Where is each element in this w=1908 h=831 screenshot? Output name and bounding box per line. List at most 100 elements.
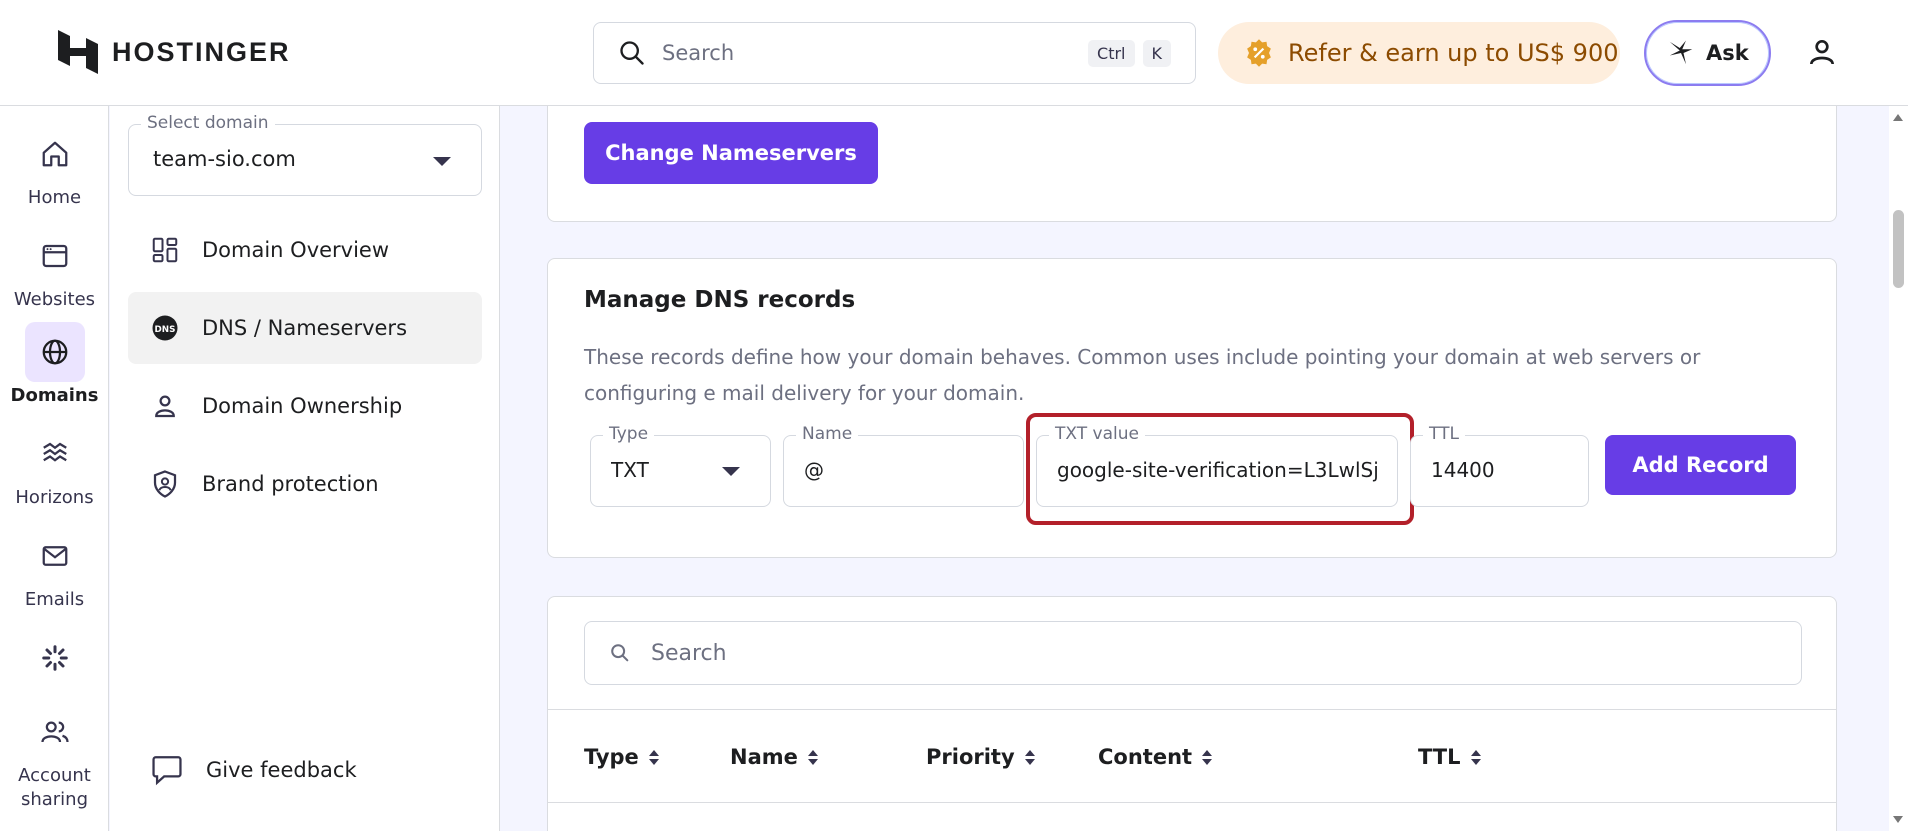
shield-icon [153, 470, 177, 498]
subnav-label-dns-nameservers: DNS / Nameservers [202, 316, 408, 340]
nav-label-emails: Emails [24, 589, 85, 610]
shortcut-ctrl: Ctrl [1088, 39, 1135, 67]
dns-records-table: Search Type Name Priority Content TTL [547, 596, 1837, 831]
scroll-thumb[interactable] [1893, 210, 1904, 288]
speech-bubble-icon [152, 756, 182, 786]
record-name-input[interactable]: Name @ [783, 424, 1024, 507]
record-type-select[interactable]: Type TXT [590, 424, 771, 507]
nav-item-loading[interactable] [0, 628, 109, 688]
give-feedback-label: Give feedback [206, 758, 357, 782]
loading-spinner-icon [25, 628, 85, 688]
domain-select[interactable]: Select domain team-sio.com [128, 113, 482, 196]
nav-item-emails[interactable]: Emails [0, 526, 109, 612]
add-record-button[interactable]: Add Record [1605, 435, 1796, 495]
column-header-ttl[interactable]: TTL [1418, 745, 1481, 769]
subnav-label-domain-ownership: Domain Ownership [202, 394, 403, 418]
nav-item-websites[interactable]: Websites [0, 226, 109, 312]
nav-item-home[interactable]: Home [0, 124, 109, 210]
brand-name: HOSTINGER [112, 36, 291, 67]
records-search-input[interactable]: Search [584, 621, 1802, 685]
page-scrollbar[interactable] [1889, 106, 1908, 831]
nav-label-horizons: Horizons [15, 487, 94, 508]
sort-icon [1202, 749, 1213, 765]
domain-select-value: team-sio.com [153, 147, 296, 171]
ask-label: Ask [1706, 41, 1749, 65]
record-type-value: TXT [611, 458, 649, 482]
search-icon [611, 644, 629, 662]
column-label-content: Content [1098, 745, 1193, 769]
sort-icon [648, 749, 659, 765]
refer-label: Refer & earn up to US$ 900 [1288, 39, 1619, 67]
change-nameservers-button[interactable]: Change Nameservers [584, 122, 878, 184]
global-search[interactable]: Search Ctrl K [593, 22, 1196, 84]
primary-sidebar: Home Websites Domains Horizons Emails Ac… [0, 106, 109, 831]
nav-label-domains: Domains [10, 385, 99, 406]
nav-item-domains[interactable]: Domains [0, 322, 109, 408]
ttl-value: 14400 [1431, 458, 1495, 482]
ask-ai-button[interactable]: Ask [1644, 20, 1771, 86]
subnav-item-domain-ownership[interactable]: Domain Ownership [128, 370, 482, 442]
column-header-type[interactable]: Type [584, 745, 659, 769]
nav-label-websites: Websites [13, 289, 96, 310]
txt-value-text: google-site-verification=L3LwlSj [1057, 458, 1379, 482]
search-placeholder: Search [662, 41, 735, 65]
txt-value-input[interactable]: TXT value google-site-verification=L3Lwl… [1036, 424, 1398, 507]
shortcut-k: K [1142, 39, 1171, 67]
top-bar: HOSTINGER Search Ctrl K Refer & earn up … [0, 0, 1908, 106]
sort-icon [1470, 749, 1481, 765]
scroll-down-icon[interactable] [1893, 816, 1903, 823]
subnav-item-dns-nameservers[interactable]: DNS DNS / Nameservers [128, 292, 482, 364]
caret-down-icon [433, 157, 451, 166]
person-icon [155, 395, 175, 418]
manage-dns-card: Manage DNS records These records define … [547, 258, 1837, 558]
nav-item-horizons[interactable]: Horizons [0, 424, 109, 510]
record-type-label: Type [603, 424, 655, 444]
domain-sidebar: Select domain team-sio.com Domain Overvi… [110, 106, 500, 831]
column-header-name[interactable]: Name [730, 745, 818, 769]
table-divider [548, 709, 1836, 710]
hostinger-logo[interactable]: HOSTINGER [58, 30, 291, 74]
browser-icon [25, 226, 85, 286]
globe-icon [24, 322, 85, 382]
profile-icon[interactable] [1806, 36, 1838, 68]
subnav-label-brand-protection: Brand protection [202, 472, 379, 496]
column-header-priority[interactable]: Priority [926, 745, 1035, 769]
ttl-input[interactable]: TTL 14400 [1410, 424, 1589, 507]
grid-icon [152, 237, 178, 263]
nav-item-account-sharing[interactable]: Account sharing [0, 702, 109, 812]
record-name-value: @ [804, 458, 824, 482]
domain-select-label: Select domain [141, 113, 275, 133]
mail-icon [25, 526, 85, 586]
subnav-item-domain-overview[interactable]: Domain Overview [128, 214, 482, 286]
discount-badge-icon [1247, 39, 1271, 67]
column-label-type: Type [584, 745, 639, 769]
give-feedback-button[interactable]: Give feedback [128, 734, 482, 806]
home-icon [25, 124, 85, 184]
column-label-priority: Priority [926, 745, 1015, 769]
dns-icon: DNS [152, 315, 178, 341]
nav-label-home: Home [27, 187, 82, 208]
horizons-icon [25, 424, 85, 484]
subnav-label-domain-overview: Domain Overview [202, 238, 390, 262]
caret-down-icon [722, 467, 740, 476]
ttl-label: TTL [1423, 424, 1465, 444]
txt-value-label: TXT value [1049, 424, 1145, 444]
column-label-ttl: TTL [1418, 745, 1461, 769]
dns-card-title: Manage DNS records [584, 287, 856, 313]
sort-icon [807, 749, 818, 765]
nav-label-account-sharing: Account sharing [18, 765, 91, 810]
record-name-label: Name [796, 424, 859, 444]
svg-text:DNS: DNS [155, 325, 176, 335]
subnav-item-brand-protection[interactable]: Brand protection [128, 448, 482, 520]
hostinger-logo-icon [58, 30, 98, 74]
main-content: Change Nameservers Manage DNS records Th… [501, 106, 1889, 831]
nameservers-card: Change Nameservers [547, 106, 1837, 222]
refer-earn-button[interactable]: Refer & earn up to US$ 900 [1218, 22, 1620, 84]
column-label-name: Name [730, 745, 798, 769]
ai-spark-icon [1669, 40, 1693, 65]
scroll-up-icon[interactable] [1893, 114, 1903, 121]
dns-card-description: These records define how your domain beh… [584, 345, 1701, 405]
table-divider [548, 802, 1836, 803]
column-header-content[interactable]: Content [1098, 745, 1213, 769]
users-icon [25, 702, 85, 762]
